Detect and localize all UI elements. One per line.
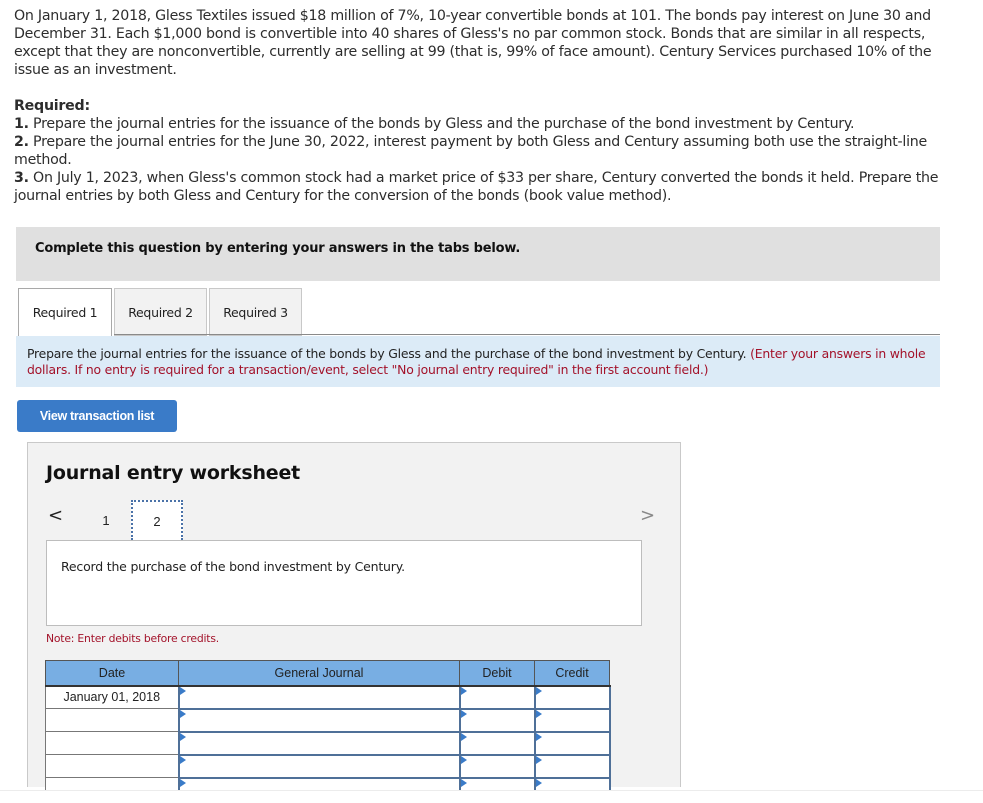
worksheet-title: Journal entry worksheet <box>46 462 301 484</box>
required-item-number: 3. <box>14 170 29 186</box>
account-field[interactable] <box>177 730 461 756</box>
account-field[interactable] <box>177 707 461 733</box>
table-row <box>45 730 611 756</box>
journal-header-row: Date General Journal Debit Credit <box>45 660 610 687</box>
problem-statement: On January 1, 2018, Gless Textiles issue… <box>14 7 964 79</box>
credit-field[interactable] <box>533 753 611 779</box>
view-transaction-list-button[interactable]: View transaction list <box>17 400 177 432</box>
date-cell[interactable] <box>45 708 179 732</box>
header-debit: Debit <box>459 660 535 687</box>
required-item-text: Prepare the journal entries for the issu… <box>28 116 855 132</box>
required-item-text: Prepare the journal entries for the June… <box>14 134 928 168</box>
tab-required-2[interactable]: Required 2 <box>114 288 207 336</box>
required-title: Required: <box>14 98 90 114</box>
tab-divider <box>114 334 940 335</box>
header-date: Date <box>45 660 179 687</box>
transaction-description: Record the purchase of the bond investme… <box>46 540 642 626</box>
required-tabs: Required 1 Required 2 Required 3 <box>18 288 304 336</box>
date-cell[interactable] <box>45 731 179 755</box>
required-section: Required: 1. Prepare the journal entries… <box>14 97 964 205</box>
credit-field[interactable] <box>533 707 611 733</box>
table-row: January 01, 2018 <box>45 684 611 710</box>
date-cell[interactable] <box>45 754 179 778</box>
debit-field[interactable] <box>458 730 536 756</box>
required-item-3: 3. On July 1, 2023, when Gless's common … <box>14 169 964 205</box>
required-item-text: On July 1, 2023, when Gless's common sto… <box>14 170 939 204</box>
instruction-bar: Complete this question by entering your … <box>16 227 940 281</box>
account-field[interactable] <box>177 753 461 779</box>
required-item-1: 1. Prepare the journal entries for the i… <box>14 115 964 133</box>
credit-field[interactable] <box>533 730 611 756</box>
tab-required-1[interactable]: Required 1 <box>18 288 112 336</box>
transaction-description-text: Record the purchase of the bond investme… <box>61 559 405 574</box>
chevron-left-icon[interactable]: < <box>48 505 63 526</box>
required-item-2: 2. Prepare the journal entries for the J… <box>14 133 964 169</box>
account-field[interactable] <box>177 684 461 710</box>
debit-field[interactable] <box>458 684 536 710</box>
debit-field[interactable] <box>458 753 536 779</box>
date-cell[interactable]: January 01, 2018 <box>45 685 179 709</box>
header-general-journal: General Journal <box>178 660 460 687</box>
required-item-number: 2. <box>14 134 29 150</box>
table-row <box>45 707 611 733</box>
debit-field[interactable] <box>458 707 536 733</box>
worksheet-page-1[interactable]: 1 <box>80 500 132 540</box>
tab-required-3[interactable]: Required 3 <box>209 288 302 336</box>
question-prompt: Prepare the journal entries for the issu… <box>16 336 940 387</box>
page-bottom-edge <box>0 790 983 803</box>
chevron-right-icon[interactable]: > <box>640 505 655 526</box>
instruction-text: Complete this question by entering your … <box>35 241 521 256</box>
credit-field[interactable] <box>533 684 611 710</box>
journal-table: Date General Journal Debit Credit Januar… <box>45 660 611 802</box>
debits-note: Note: Enter debits before credits. <box>46 632 219 645</box>
problem-text: On January 1, 2018, Gless Textiles issue… <box>14 8 932 78</box>
table-row <box>45 753 611 779</box>
prompt-text: Prepare the journal entries for the issu… <box>27 346 751 361</box>
header-credit: Credit <box>534 660 610 687</box>
required-item-number: 1. <box>14 116 29 132</box>
worksheet-page-2[interactable]: 2 <box>131 500 183 540</box>
